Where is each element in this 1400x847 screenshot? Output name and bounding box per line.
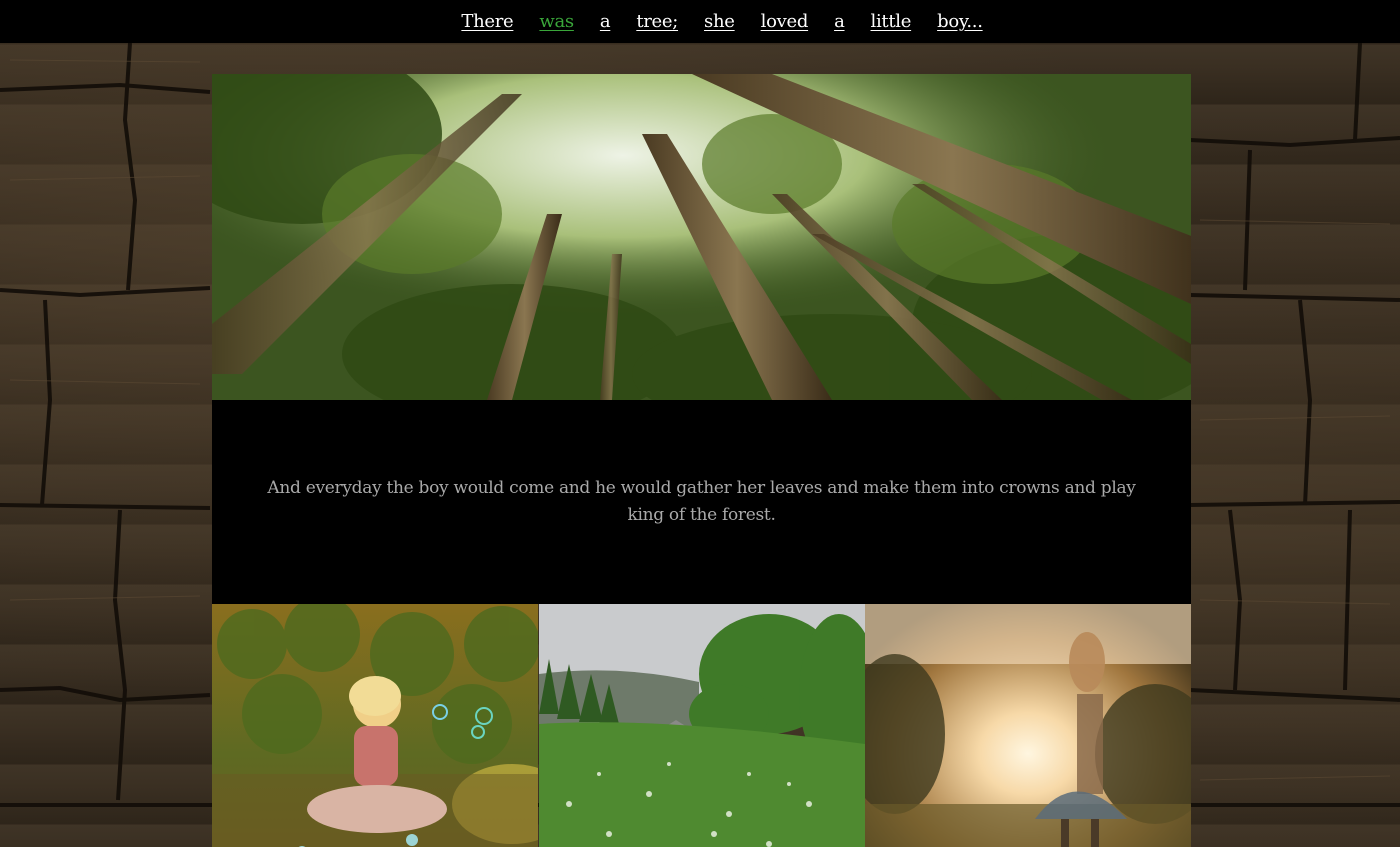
nav-list: There was a tree; she loved a little boy…	[461, 11, 983, 32]
nav-link-a-2[interactable]: a	[834, 11, 845, 32]
top-navigation: There was a tree; she loved a little boy…	[0, 0, 1400, 43]
nav-link-loved[interactable]: loved	[761, 11, 809, 32]
meadow-cabin-photo[interactable]	[538, 604, 865, 847]
nav-link-she[interactable]: she	[704, 11, 735, 32]
content-panel: And everyday the boy would come and he w…	[212, 74, 1191, 847]
nav-link-a[interactable]: a	[600, 11, 611, 32]
nav-link-there[interactable]: There	[461, 11, 513, 32]
caption-band: And everyday the boy would come and he w…	[212, 400, 1191, 604]
photo-gallery	[212, 604, 1191, 847]
nav-link-boy[interactable]: boy...	[937, 11, 983, 32]
forest-canopy-photo	[212, 74, 1191, 400]
nav-link-tree[interactable]: tree;	[636, 11, 678, 32]
story-caption: And everyday the boy would come and he w…	[267, 478, 1136, 525]
nav-link-little[interactable]: little	[871, 11, 912, 32]
nav-link-was[interactable]: was	[539, 11, 574, 32]
girl-sunset-field-photo[interactable]	[865, 604, 1191, 847]
girl-blowing-bubbles-photo[interactable]	[212, 604, 538, 847]
